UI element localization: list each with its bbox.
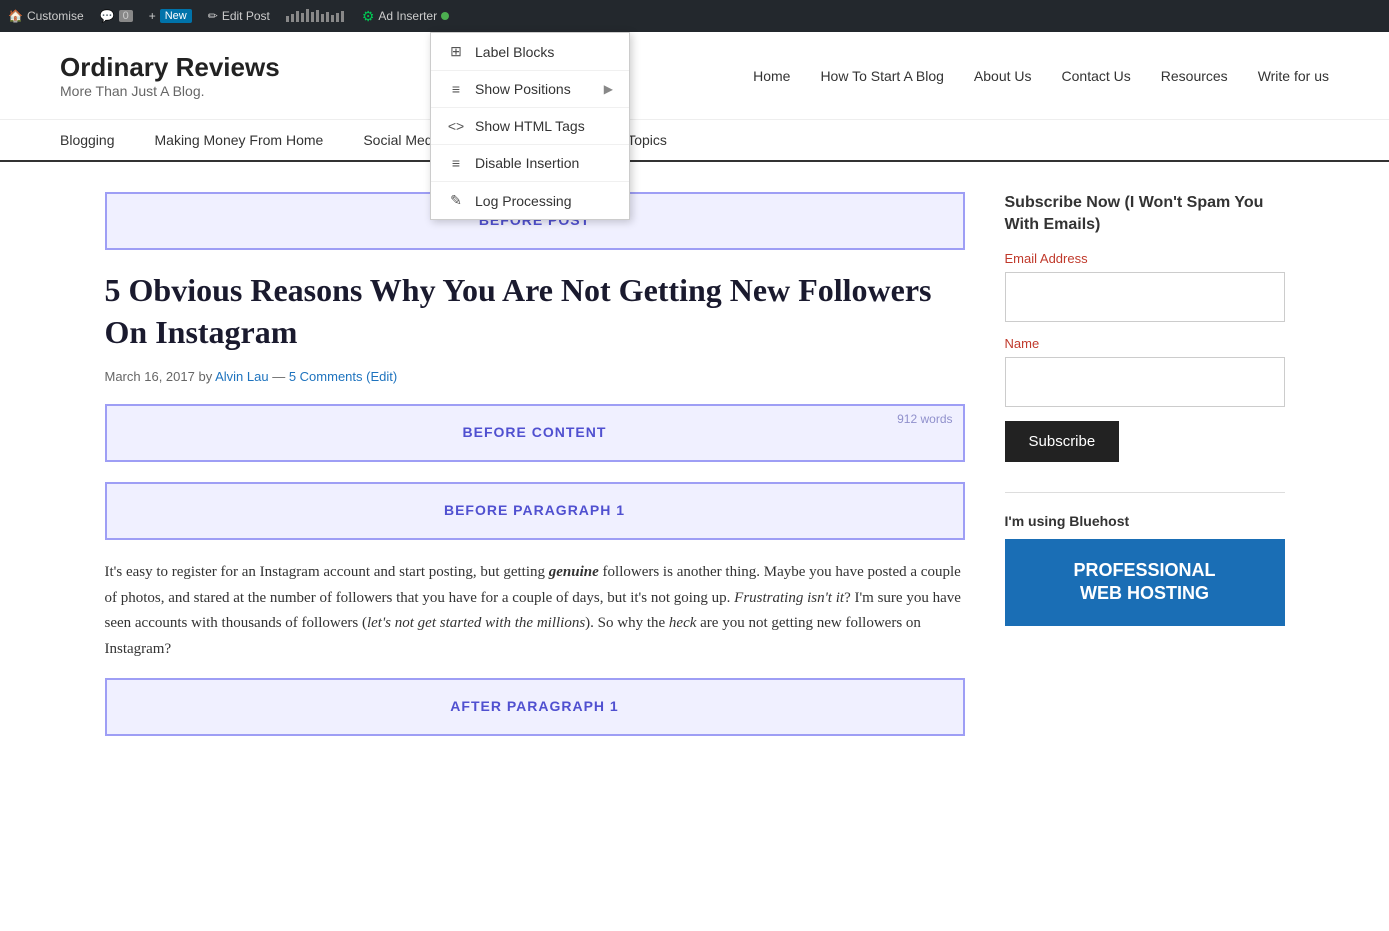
bluehost-section: I'm using Bluehost PROFESSIONALWEB HOSTI… [1005,513,1285,626]
site-title[interactable]: Ordinary Reviews [60,52,280,83]
email-label: Email Address [1005,251,1285,266]
menu-item-label-blocks[interactable]: ⊞ Label Blocks [431,33,629,71]
after-paragraph1-label: AFTER PARAGRAPH 1 [450,698,618,714]
article-meta: March 16, 2017 by Alvin Lau — 5 Comments… [105,369,965,384]
comments-link[interactable]: 💬 0 [100,9,133,23]
menu-item-log-processing[interactable]: ✎ Log Processing [431,182,629,219]
article-title: 5 Obvious Reasons Why You Are Not Gettin… [105,270,965,353]
gear-icon: ⚙ [362,8,375,25]
menu-item-disable-insertion[interactable]: ≡ Disable Insertion [431,145,629,182]
before-content-ad-box: 912 words BEFORE CONTENT [105,404,965,462]
disable-insertion-icon: ≡ [447,155,465,171]
after-paragraph1-ad-box: AFTER PARAGRAPH 1 [105,678,965,736]
word-count: 912 words [897,412,952,426]
secondary-navigation: Blogging Making Money From Home Social M… [0,120,1389,162]
stats-icon [286,6,346,27]
article-date: March 16, 2017 [105,369,195,384]
before-paragraph1-label: BEFORE PARAGRAPH 1 [444,502,625,518]
bluehost-label: I'm using Bluehost [1005,513,1285,529]
edit-icon: ✏ [208,9,218,23]
nav-write-for-us[interactable]: Write for us [1258,68,1329,84]
before-content-label: BEFORE CONTENT [463,424,607,440]
site-logo: Ordinary Reviews More Than Just A Blog. [60,52,280,99]
nav-home[interactable]: Home [753,68,790,84]
ad-inserter-dropdown: ⊞ Label Blocks ≡ Show Positions ▶ <> Sho… [430,32,630,220]
content-area: BEFORE POST 5 Obvious Reasons Why You Ar… [105,192,965,756]
sidebar-divider [1005,492,1285,493]
name-input[interactable] [1005,357,1285,407]
site-tagline: More Than Just A Blog. [60,83,280,99]
main-wrapper: BEFORE POST 5 Obvious Reasons Why You Ar… [45,162,1345,786]
article-edit-link[interactable]: (Edit) [366,369,397,384]
nav-contact-us[interactable]: Contact Us [1062,68,1131,84]
article-comments-link[interactable]: 5 Comments [289,369,363,384]
edit-post-link[interactable]: ✏ Edit Post [208,9,270,23]
subscribe-section: Subscribe Now (I Won't Spam You With Ema… [1005,192,1285,462]
bluehost-text: PROFESSIONALWEB HOSTING [1025,559,1265,606]
subscribe-button[interactable]: Subscribe [1005,421,1120,462]
article-body: It's easy to register for an Instagram a… [105,560,965,662]
article-author-link[interactable]: Alvin Lau [215,369,268,384]
nav-about-us[interactable]: About Us [974,68,1032,84]
show-html-icon: <> [447,118,465,134]
new-post-button[interactable]: + New [149,9,192,23]
name-label: Name [1005,336,1285,351]
article-paragraph-1: It's easy to register for an Instagram a… [105,560,965,662]
menu-item-show-html-tags[interactable]: <> Show HTML Tags [431,108,629,145]
site-header: Ordinary Reviews More Than Just A Blog. … [0,32,1389,120]
customize-link[interactable]: 🏠 Customise [8,9,84,23]
log-processing-icon: ✎ [447,192,465,209]
nav-resources[interactable]: Resources [1161,68,1228,84]
arrow-right-icon: ▶ [604,82,613,96]
menu-item-show-positions[interactable]: ≡ Show Positions ▶ [431,71,629,108]
admin-bar: 🏠 Customise 💬 0 + New ✏ Edit Post [0,0,1389,32]
nav-how-to-start[interactable]: How To Start A Blog [820,68,943,84]
email-input[interactable] [1005,272,1285,322]
subnav-blogging[interactable]: Blogging [60,132,115,148]
comment-icon: 💬 [100,9,115,23]
label-blocks-icon: ⊞ [447,43,465,60]
show-positions-icon: ≡ [447,81,465,97]
subnav-making-money[interactable]: Making Money From Home [155,132,324,148]
ad-inserter-button[interactable]: ⚙ Ad Inserter [362,8,449,25]
before-paragraph1-ad-box: BEFORE PARAGRAPH 1 [105,482,965,540]
wp-icon: 🏠 [8,9,23,23]
subscribe-title: Subscribe Now (I Won't Spam You With Ema… [1005,192,1285,237]
bluehost-banner[interactable]: PROFESSIONALWEB HOSTING [1005,539,1285,626]
main-navigation: Home How To Start A Blog About Us Contac… [753,68,1329,84]
status-dot [441,12,449,20]
stats-widget[interactable] [286,6,346,27]
sidebar: Subscribe Now (I Won't Spam You With Ema… [1005,192,1285,756]
